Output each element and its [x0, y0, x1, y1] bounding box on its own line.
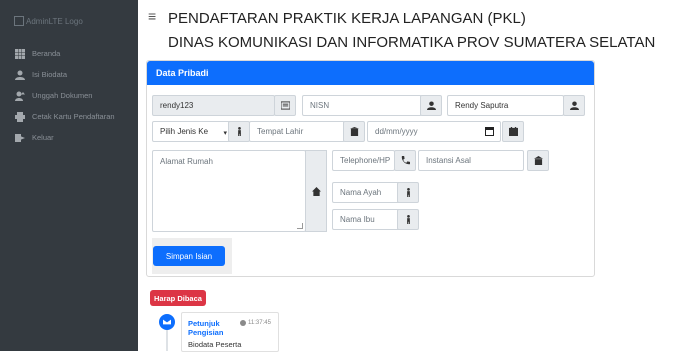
- person-icon: [406, 188, 410, 197]
- calendar-picker-icon[interactable]: [485, 127, 494, 136]
- person-icon: [406, 215, 410, 224]
- print-icon: [14, 111, 26, 122]
- broken-image-icon: [14, 16, 24, 26]
- phone-icon: [401, 156, 410, 165]
- user-icon: [569, 101, 579, 110]
- user-upload-icon: [14, 91, 26, 101]
- hamburger-menu-icon[interactable]: ≡: [148, 8, 156, 24]
- timeline-time: 11:37:45: [240, 320, 271, 326]
- envelope-icon: [159, 314, 175, 330]
- school-input[interactable]: Instansi Asal: [418, 150, 524, 171]
- school-icon: [533, 156, 543, 165]
- chevron-down-icon: ▾: [223, 130, 227, 137]
- phone-addon: [394, 150, 416, 171]
- birthdate-input[interactable]: dd/mm/yyyy: [367, 121, 501, 142]
- clock-icon: [240, 320, 246, 326]
- timeline-title[interactable]: Petunjuk Pengisian: [188, 319, 236, 337]
- sidebar-item-keluar[interactable]: Keluar: [14, 127, 115, 148]
- page-title-line1: PENDAFTARAN PRAKTIK KERJA LAPANGAN (PKL): [168, 10, 526, 27]
- address-addon: [305, 150, 327, 232]
- gender-select[interactable]: Pilih Jenis Ke ▾: [152, 121, 232, 142]
- id-card-addon: [274, 95, 296, 116]
- logo-alt-text: AdminLTE Logo: [26, 16, 83, 26]
- exit-icon: [14, 133, 26, 143]
- sidebar-item-label: Isi Biodata: [32, 70, 68, 79]
- sidebar-item-label: Unggah Dokumen: [32, 91, 93, 100]
- birthdate-addon: [502, 121, 524, 142]
- gender-select-value: Pilih Jenis Ke: [160, 127, 209, 136]
- birthplace-addon: [343, 121, 365, 142]
- address-textarea[interactable]: Alamat Rumah: [152, 150, 306, 232]
- sidebar: AdminLTE Logo Beranda Isi Biodata Unggah…: [0, 0, 138, 351]
- sidebar-item-label: Cetak Kartu Pendaftaran: [32, 112, 115, 121]
- calendar-icon: [508, 127, 518, 136]
- name-addon: [563, 95, 585, 116]
- home-icon: [311, 186, 321, 196]
- user-icon: [14, 70, 26, 80]
- person-icon: [237, 127, 241, 136]
- gender-addon: [228, 121, 250, 142]
- full-name-input[interactable]: Rendy Saputra: [447, 95, 564, 116]
- nisn-addon: [420, 95, 442, 116]
- nisn-input[interactable]: NISN: [302, 95, 422, 116]
- id-card-icon: [280, 101, 290, 110]
- sidebar-item-label: Keluar: [32, 133, 54, 142]
- card-header: Data Pribadi: [147, 61, 594, 85]
- mother-addon: [397, 209, 419, 230]
- page-title-line2: DINAS KOMUNIKASI DAN INFORMATIKA PROV SU…: [168, 34, 656, 51]
- father-name-input[interactable]: Nama Ayah: [332, 182, 402, 203]
- sidebar-item-beranda[interactable]: Beranda: [14, 43, 115, 64]
- page-header: ≡ PENDAFTARAN PRAKTIK KERJA LAPANGAN (PK…: [138, 0, 682, 58]
- brand-logo[interactable]: AdminLTE Logo: [14, 12, 134, 30]
- sidebar-nav: Beranda Isi Biodata Unggah Dokumen Cetak…: [14, 43, 115, 148]
- phone-input[interactable]: Telephone/HP: [332, 150, 395, 171]
- user-icon: [426, 101, 436, 110]
- username-field: rendy123: [152, 95, 275, 116]
- timeline-item: Petunjuk Pengisian 11:37:45 Biodata Pese…: [181, 312, 279, 352]
- sidebar-item-cetak[interactable]: Cetak Kartu Pendaftaran: [14, 106, 115, 127]
- father-addon: [397, 182, 419, 203]
- timeline-time-text: 11:37:45: [248, 320, 271, 326]
- grid-icon: [14, 48, 26, 59]
- sidebar-item-unggah[interactable]: Unggah Dokumen: [14, 85, 115, 106]
- timeline-body: Biodata Peserta: [188, 340, 242, 349]
- address-placeholder: Alamat Rumah: [160, 157, 213, 166]
- mother-name-input[interactable]: Nama Ibu: [332, 209, 402, 230]
- sidebar-item-biodata[interactable]: Isi Biodata: [14, 64, 115, 85]
- school-addon: [527, 150, 549, 171]
- sidebar-item-label: Beranda: [32, 49, 61, 58]
- notice-badge: Harap Dibaca: [150, 290, 206, 306]
- resize-handle[interactable]: [297, 223, 303, 229]
- save-button[interactable]: Simpan Isian: [153, 246, 225, 266]
- birthplace-input[interactable]: Tempat Lahir: [249, 121, 345, 142]
- building-icon: [349, 127, 359, 136]
- birthdate-placeholder: dd/mm/yyyy: [375, 127, 418, 136]
